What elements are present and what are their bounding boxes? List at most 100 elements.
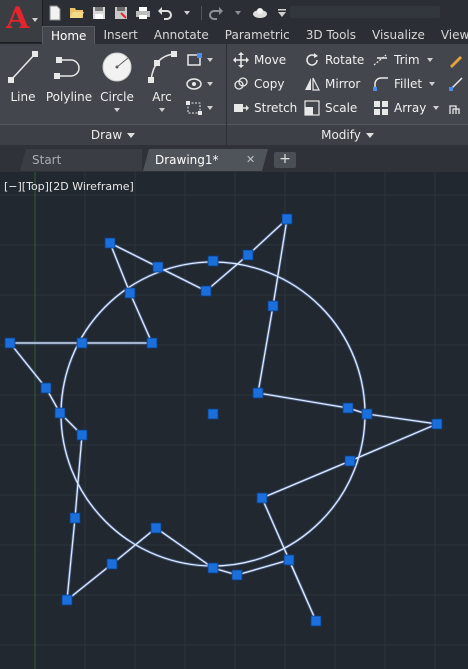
drawing-canvas[interactable]: [0, 172, 468, 669]
erase-icon: [450, 56, 462, 68]
offset-button[interactable]: [448, 98, 464, 118]
trim-button[interactable]: Trim: [373, 50, 433, 70]
title-bar: [0, 0, 468, 26]
stretch-label: Stretch: [254, 101, 298, 115]
tab-home[interactable]: Home: [42, 26, 96, 45]
rotate-button[interactable]: Rotate: [304, 50, 364, 70]
new-icon[interactable]: [46, 4, 64, 22]
tab-parametric[interactable]: Parametric: [217, 26, 298, 44]
explode-button[interactable]: [448, 74, 464, 94]
scale-icon: [304, 100, 320, 116]
array-button[interactable]: Array: [373, 98, 440, 118]
boundary-icon: [186, 101, 202, 115]
arc-icon: [148, 51, 177, 83]
arc-label: Arc: [152, 90, 172, 104]
explode-icon: [449, 77, 463, 91]
drawing-entities[interactable]: [8, 217, 440, 622]
autocad-logo: A: [6, 1, 30, 36]
chevron-down-icon: [207, 58, 213, 62]
arc-button[interactable]: Arc: [142, 48, 182, 122]
line-icon: [8, 51, 38, 83]
close-icon[interactable]: ✕: [246, 149, 258, 171]
viewport-controls-label[interactable]: [−][Top][2D Wireframe]: [4, 180, 134, 193]
fillet-button[interactable]: Fillet: [373, 74, 436, 94]
tab-view[interactable]: View: [433, 26, 468, 44]
rectangle-button[interactable]: [186, 50, 218, 70]
array-label: Array: [394, 101, 427, 115]
redo-dropdown-icon[interactable]: [229, 4, 247, 22]
chevron-down-icon[interactable]: [114, 108, 120, 112]
rectangle-icon: [187, 53, 202, 66]
move-label: Move: [254, 53, 287, 67]
chevron-down-icon: [433, 106, 440, 110]
save-icon[interactable]: [90, 4, 108, 22]
save-as-icon[interactable]: [112, 4, 130, 22]
copy-icon: [234, 77, 248, 90]
line-label: Line: [10, 90, 36, 104]
offset-icon: [449, 105, 460, 114]
undo-dropdown-icon[interactable]: [178, 4, 196, 22]
tab-3d-tools[interactable]: 3D Tools: [298, 26, 364, 44]
trim-label: Trim: [394, 53, 420, 67]
chevron-down-icon: [426, 58, 433, 62]
stretch-button[interactable]: Stretch: [233, 98, 297, 118]
fillet-icon: [373, 77, 388, 91]
circle-icon: [102, 52, 132, 82]
copy-label: Copy: [254, 77, 285, 91]
copy-button[interactable]: Copy: [233, 74, 284, 94]
rotate-icon: [306, 53, 318, 66]
hatch-button[interactable]: [186, 74, 218, 94]
move-button[interactable]: Move: [233, 50, 286, 70]
quick-access-toolbar: [46, 3, 291, 23]
stretch-icon: [234, 104, 249, 112]
chevron-down-icon: [127, 133, 136, 138]
erase-button[interactable]: [448, 50, 464, 70]
grid: [0, 172, 468, 669]
chevron-down-icon[interactable]: [159, 108, 165, 112]
chevron-down-icon: [207, 82, 213, 86]
autocad-window: A Home Insert Annotate Parametric 3D Too…: [0, 0, 468, 669]
tab-start[interactable]: Start: [20, 149, 142, 171]
chevron-down-icon: [32, 18, 38, 22]
chevron-down-icon: [429, 82, 436, 86]
modify-panel-title[interactable]: Modify: [227, 124, 468, 145]
print-icon[interactable]: [134, 4, 152, 22]
circle-button[interactable]: Circle: [96, 48, 138, 122]
ellipse-icon: [186, 78, 202, 90]
mirror-label: Mirror: [325, 77, 361, 91]
open-icon[interactable]: [68, 4, 86, 22]
ribbon-tab-bar: Home Insert Annotate Parametric 3D Tools…: [42, 26, 468, 45]
new-tab-button[interactable]: +: [274, 152, 296, 168]
tab-insert[interactable]: Insert: [95, 26, 145, 44]
toolbar-separator: [201, 6, 202, 20]
scale-label: Scale: [325, 101, 358, 115]
draw-panel-label: Draw: [90, 128, 123, 142]
window-title-placeholder: [290, 6, 440, 18]
circle-label: Circle: [100, 90, 134, 104]
share-icon[interactable]: [251, 4, 269, 22]
fillet-label: Fillet: [394, 77, 423, 91]
ribbon-panel-area: Line Polyline Circle Arc Draw Move Rotat…: [0, 44, 468, 145]
model-space-viewport[interactable]: [−][Top][2D Wireframe]: [0, 172, 468, 669]
tab-visualize[interactable]: Visualize: [364, 26, 433, 44]
polyline-button[interactable]: Polyline: [44, 48, 94, 122]
mirror-button[interactable]: Mirror: [304, 74, 360, 94]
application-menu-button[interactable]: A: [0, 0, 43, 43]
array-icon: [374, 101, 388, 115]
customize-qat-icon[interactable]: [273, 4, 291, 22]
scale-button[interactable]: Scale: [304, 98, 357, 118]
region-button[interactable]: [186, 98, 218, 118]
document-tab-bar: Start Drawing1* ✕ +: [0, 145, 468, 172]
trim-icon: [373, 54, 387, 66]
undo-icon[interactable]: [156, 4, 174, 22]
selected-entities[interactable]: [6, 214, 443, 622]
chevron-down-icon: [365, 133, 374, 138]
draw-panel-title[interactable]: Draw: [0, 124, 226, 145]
polyline-label: Polyline: [45, 90, 93, 104]
polyline-icon: [54, 57, 80, 79]
tab-annotate[interactable]: Annotate: [146, 26, 217, 44]
star-polyline-entity: [8, 217, 440, 622]
redo-icon[interactable]: [207, 4, 225, 22]
move-icon: [233, 52, 249, 68]
line-button[interactable]: Line: [4, 48, 42, 122]
